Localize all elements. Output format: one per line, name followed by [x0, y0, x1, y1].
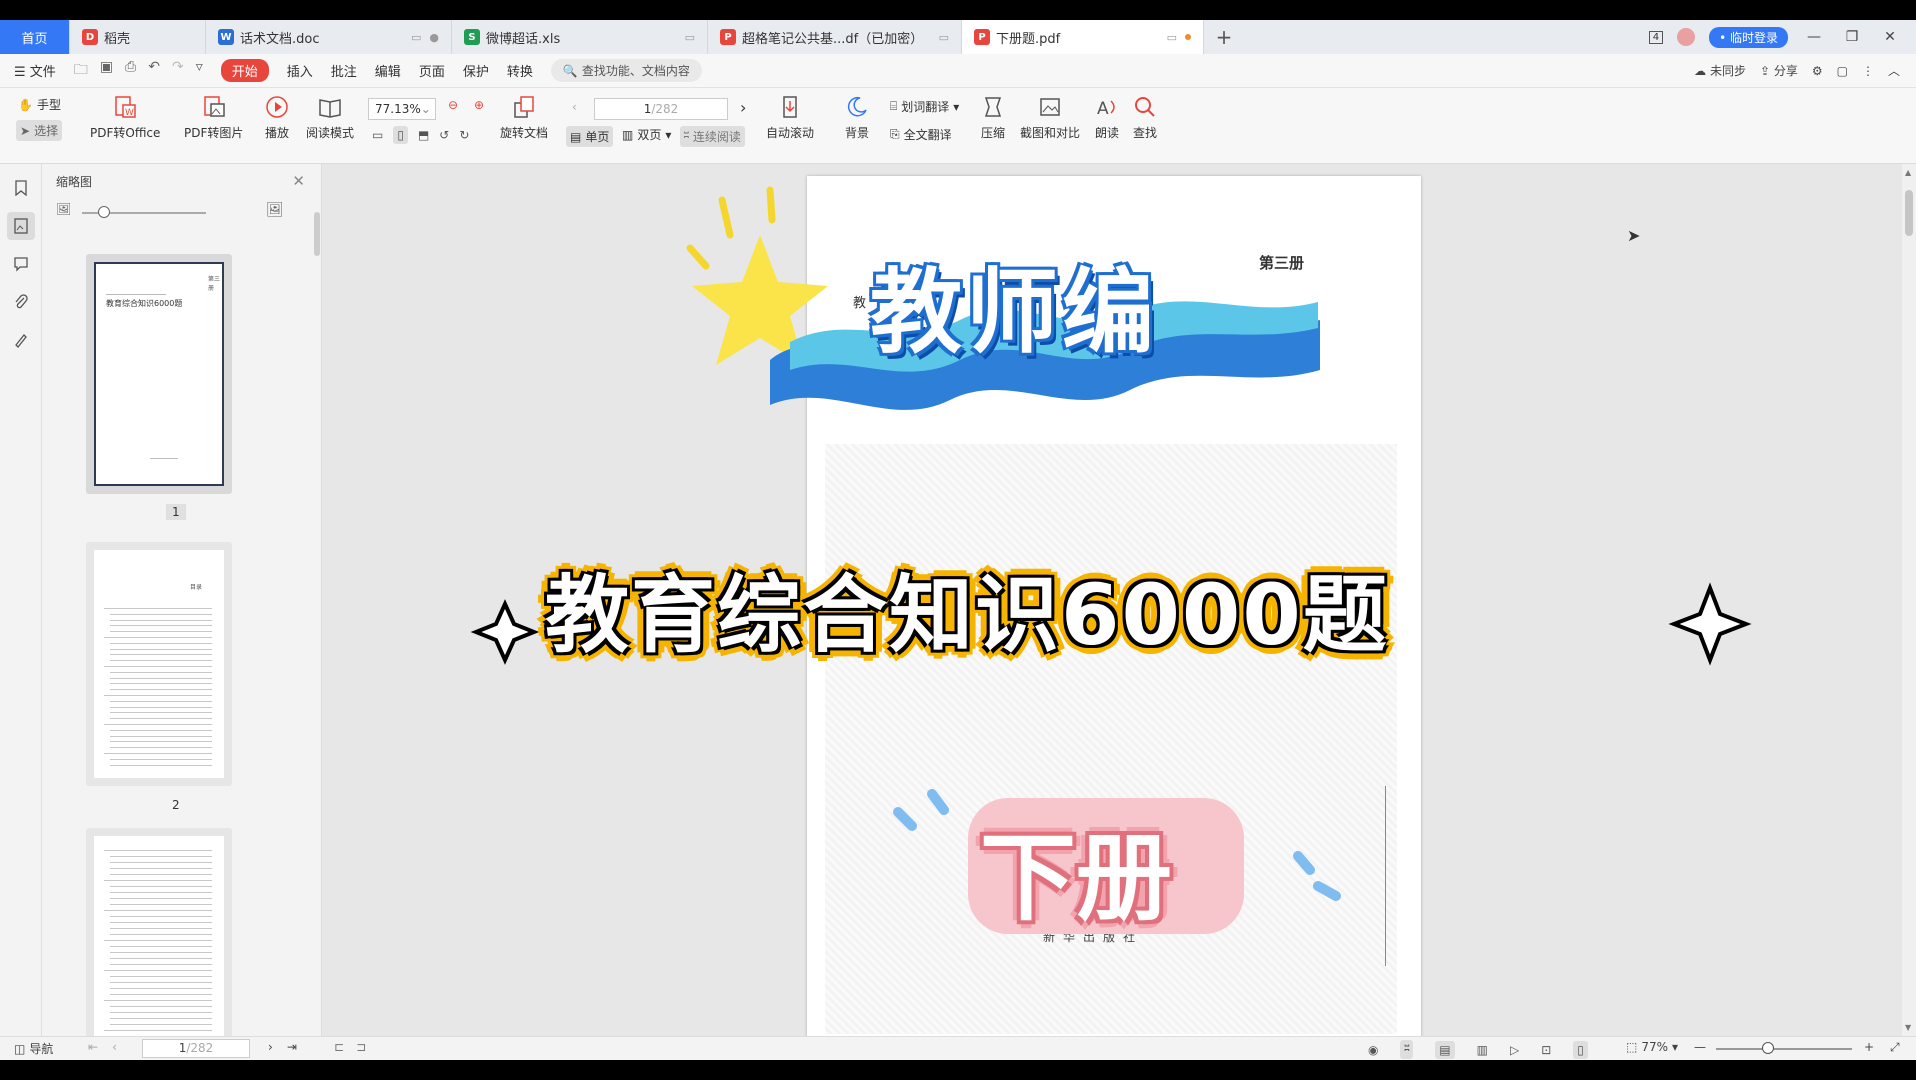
- sparkle-icon: [766, 186, 776, 224]
- nav-panel-icon: ◫: [14, 1041, 26, 1056]
- nav-label: 导航: [29, 1042, 54, 1056]
- overlay-main-title: 教育综合知识6000题: [545, 566, 1389, 664]
- forward-icon[interactable]: ⊐: [356, 1040, 366, 1054]
- last-page-icon[interactable]: ⇥: [287, 1040, 297, 1054]
- play-icon[interactable]: ▷: [1510, 1043, 1519, 1057]
- overlay-teacher-edition: 教师编: [870, 259, 1159, 366]
- chevron-down-icon: ▾: [1672, 1040, 1679, 1054]
- blue-sparkle-icon: [927, 789, 949, 815]
- first-page-icon[interactable]: ⇤: [88, 1040, 98, 1054]
- zoom-slider-track[interactable]: [1716, 1048, 1852, 1050]
- zoom-dropdown[interactable]: ⬚ 77% ▾: [1626, 1040, 1678, 1054]
- single-view-icon[interactable]: ▤: [1435, 1040, 1455, 1059]
- sparkle-icon: [718, 196, 734, 239]
- overlay-volume: 下册: [980, 822, 1172, 934]
- blue-sparkle-icon: [1293, 851, 1315, 875]
- prev-page-icon[interactable]: ‹: [112, 1040, 117, 1054]
- status-page-total: /282: [186, 1041, 214, 1055]
- next-page-icon[interactable]: ›: [268, 1040, 273, 1054]
- zoom-out-button[interactable]: —: [1694, 1040, 1706, 1054]
- blue-sparkle-icon: [893, 807, 917, 831]
- diamond-sparkle-icon: [470, 599, 540, 665]
- zoom-slider-knob[interactable]: [1762, 1042, 1774, 1054]
- fullscreen-icon[interactable]: ⤢: [1890, 1040, 1900, 1055]
- status-bar: ◫ 导航 ⇤ ‹ 1/282 › ⇥ ⊏ ⊐ ◉ ⎶ ▤ ▥ ▷ ⊡ ▯ ⬚ 77%…: [0, 1036, 1916, 1060]
- overlay-artwork: [470, 186, 1752, 934]
- actual-size-icon[interactable]: ⊡: [1541, 1043, 1551, 1057]
- zoom-in-button[interactable]: +: [1864, 1040, 1874, 1054]
- navigation-toggle[interactable]: ◫ 导航: [14, 1040, 53, 1057]
- wps-pdf-window: 首页 D 稻壳 W 话术文档.doc ▭ ● S 微博超话.xls ▭ P 超格…: [0, 20, 1916, 1060]
- sparkle-icon: [686, 244, 710, 270]
- blue-sparkle-icon: [1313, 881, 1341, 901]
- status-zoom-value: 77%: [1641, 1040, 1669, 1054]
- zoom-level-icon: ⬚: [1626, 1040, 1638, 1054]
- diamond-sparkle-icon: [1668, 582, 1752, 666]
- status-page-input[interactable]: 1/282: [142, 1039, 250, 1058]
- eye-protect-icon[interactable]: ◉: [1368, 1043, 1378, 1057]
- continuous-view-icon[interactable]: ⎶: [1400, 1040, 1414, 1059]
- back-icon[interactable]: ⊏: [334, 1040, 344, 1054]
- fit-page-icon[interactable]: ▯: [1573, 1040, 1588, 1059]
- double-view-icon[interactable]: ▥: [1477, 1043, 1488, 1057]
